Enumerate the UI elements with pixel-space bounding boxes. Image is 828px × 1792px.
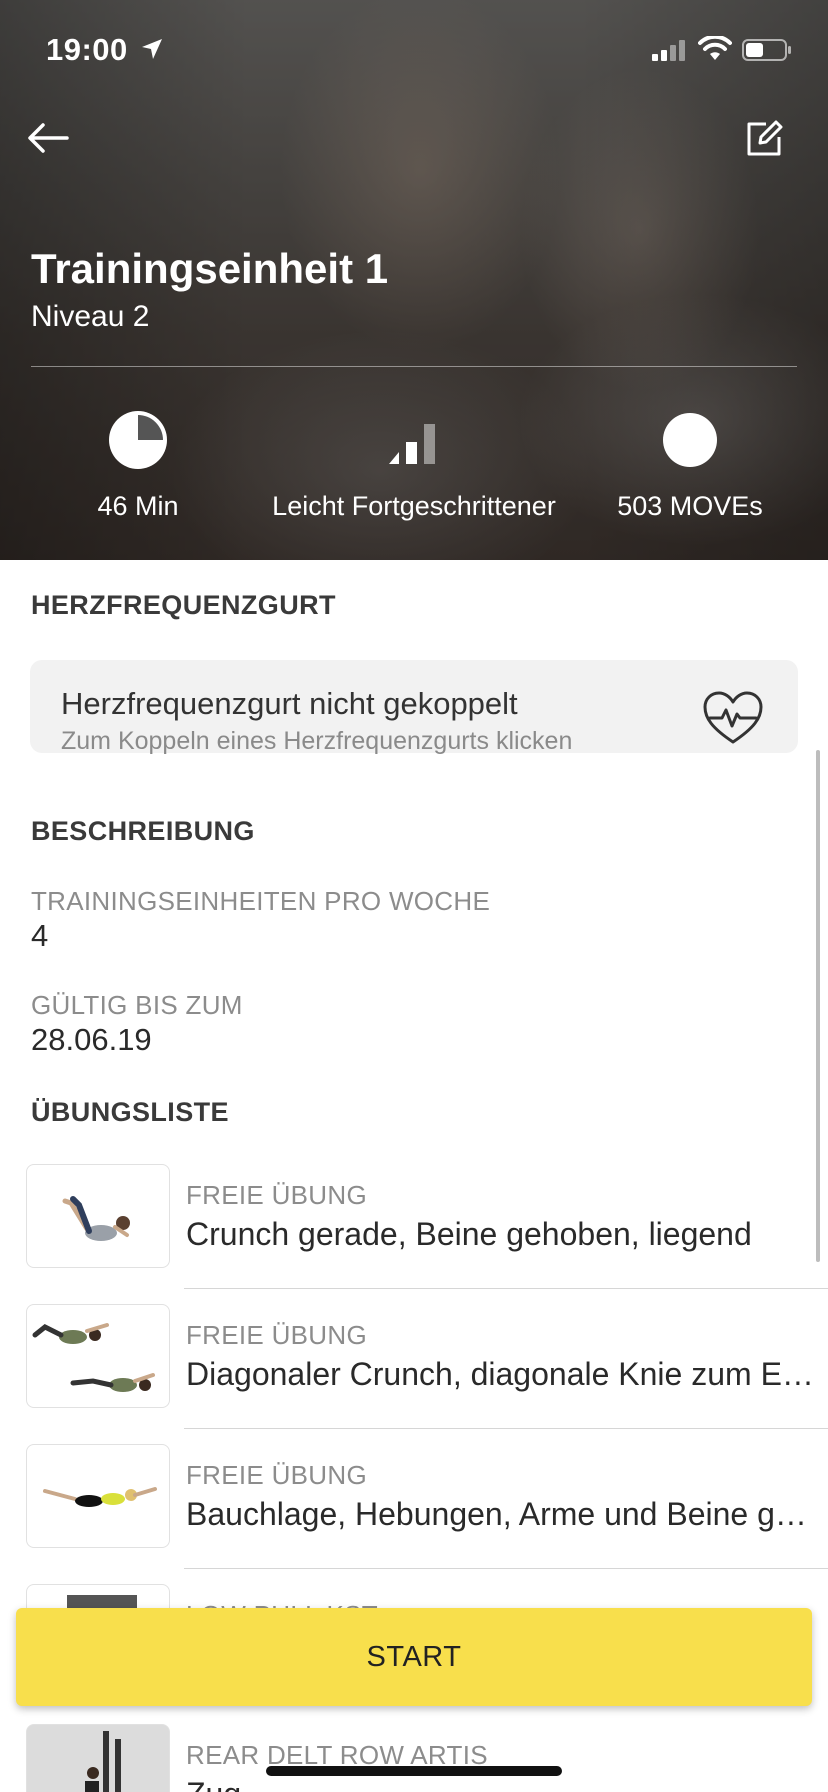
exercise-category: FREIE ÜBUNG	[186, 1320, 367, 1350]
level-bars-icon	[389, 424, 435, 464]
exercise-name: Crunch gerade, Beine gehoben, liegend	[186, 1216, 752, 1252]
diagonal-crunch-figure-icon	[32, 1323, 155, 1392]
moves-circle-icon	[663, 413, 717, 467]
exercise-category: FREIE ÜBUNG	[186, 1180, 367, 1210]
location-arrow-icon	[142, 39, 162, 59]
exercise-thumbnail	[26, 1164, 170, 1268]
heart-rate-status: Herzfrequenzgurt nicht gekoppelt	[61, 686, 518, 721]
description-heading: BESCHREIBUNG	[31, 816, 255, 846]
sessions-per-week-value: 4	[31, 918, 49, 953]
stat-moves: 503 MOVEs	[540, 405, 828, 522]
exercise-thumbnail	[26, 1304, 170, 1408]
arrow-left-icon	[28, 123, 69, 153]
exercise-row[interactable]: FREIE ÜBUNG Crunch gerade, Beine gehoben…	[0, 1164, 828, 1304]
stat-duration-label: 46 Min	[97, 491, 179, 521]
stat-level-label: Leicht Fortgeschrittener	[272, 491, 556, 521]
heart-rate-heading: HERZFREQUENZGURT	[31, 590, 336, 620]
status-bar: 19:00	[0, 0, 828, 100]
machine-image-icon	[85, 1731, 121, 1792]
level-subtitle: Niveau 2	[31, 300, 150, 333]
valid-until-value: 28.06.19	[31, 1022, 152, 1057]
scrollbar[interactable]	[816, 750, 820, 1262]
exercise-row[interactable]: REAR DELT ROW ARTIS Zug	[0, 1724, 828, 1792]
edit-button[interactable]	[736, 110, 792, 166]
exercise-name: Bauchlage, Hebungen, Arme und Beine gest…	[186, 1496, 816, 1532]
exercise-row[interactable]: FREIE ÜBUNG Bauchlage, Hebungen, Arme un…	[0, 1444, 828, 1584]
divider	[31, 366, 797, 367]
stat-moves-label: 503 MOVEs	[617, 491, 763, 521]
stat-level: Leicht Fortgeschrittener	[264, 405, 564, 522]
start-button[interactable]: START	[16, 1608, 812, 1706]
stat-duration: 46 Min	[0, 405, 288, 522]
exercise-thumbnail	[26, 1444, 170, 1548]
battery-icon	[742, 39, 791, 61]
exercise-thumbnail	[26, 1724, 170, 1792]
crunch-figure-icon	[62, 1196, 130, 1241]
valid-until-label: GÜLTIG BIS ZUM	[31, 990, 243, 1020]
superman-figure-icon	[43, 1487, 157, 1507]
wifi-icon	[698, 36, 732, 60]
exercise-list-heading: ÜBUNGSLISTE	[31, 1097, 229, 1127]
status-time: 19:00	[46, 32, 128, 67]
hero-header: 19:00 Trainingseinheit 1 Niveau 2 46 Min…	[0, 0, 828, 560]
cellular-signal-icon	[652, 40, 685, 61]
exercise-row[interactable]: FREIE ÜBUNG Diagonaler Crunch, diagonale…	[0, 1304, 828, 1444]
sessions-per-week-label: TRAININGSEINHEITEN PRO WOCHE	[31, 886, 491, 916]
exercise-category: FREIE ÜBUNG	[186, 1460, 367, 1490]
heart-rate-pair-card[interactable]: Herzfrequenzgurt nicht gekoppelt Zum Kop…	[30, 660, 798, 755]
exercise-name: Zug	[186, 1776, 816, 1792]
home-indicator[interactable]	[266, 1766, 562, 1776]
edit-icon	[747, 120, 783, 156]
heart-rate-hint: Zum Koppeln eines Herzfrequenzgurts klic…	[61, 727, 573, 755]
clock-pie-icon	[109, 411, 167, 469]
exercise-name: Diagonaler Crunch, diagonale Knie zum El…	[186, 1356, 816, 1392]
heart-pulse-icon	[703, 691, 763, 744]
back-button[interactable]	[20, 110, 76, 166]
page-title: Trainingseinheit 1	[31, 245, 389, 292]
